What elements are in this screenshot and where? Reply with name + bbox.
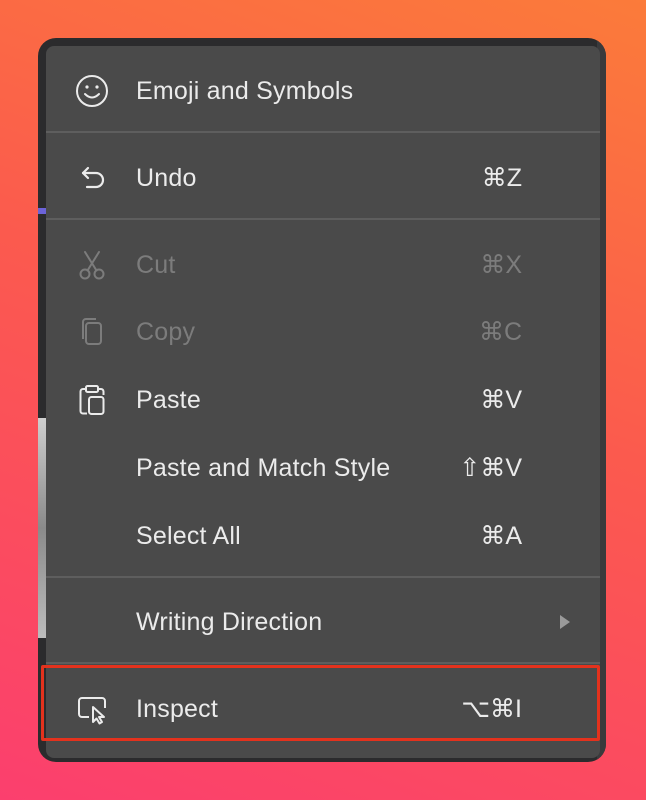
menu-item-label: Copy (136, 317, 196, 346)
menu-item-select-all[interactable]: Select All ⌘A (46, 510, 600, 562)
menu-item-shortcut: ⇧⌘V (459, 454, 522, 482)
copy-icon (74, 314, 110, 350)
scissors-icon (74, 247, 110, 283)
inspect-highlight-box (41, 665, 600, 741)
smiley-icon (74, 73, 110, 109)
undo-arrow-icon (74, 160, 110, 196)
context-menu: Emoji and Symbols Undo ⌘Z Cut ⌘X Copy ⌘C… (46, 46, 600, 758)
menu-item-label: Paste (136, 385, 201, 414)
menu-item-paste-and-match-style[interactable]: Paste and Match Style ⇧⌘V (46, 442, 600, 494)
menu-item-shortcut: ⌘C (478, 318, 522, 346)
menu-separator (46, 131, 600, 133)
menu-item-writing-direction[interactable]: Writing Direction (46, 596, 600, 648)
menu-item-label: Cut (136, 250, 176, 279)
menu-item-paste[interactable]: Paste ⌘V (46, 374, 600, 426)
menu-item-cut[interactable]: Cut ⌘X (46, 239, 600, 291)
menu-item-emoji-and-symbols[interactable]: Emoji and Symbols (46, 65, 600, 117)
menu-separator (46, 576, 600, 578)
clipboard-icon (74, 382, 110, 418)
menu-item-shortcut: ⌘A (480, 522, 522, 550)
menu-item-label: Select All (136, 521, 241, 550)
menu-item-undo[interactable]: Undo ⌘Z (46, 152, 600, 204)
submenu-arrow-icon (560, 615, 570, 629)
menu-item-copy[interactable]: Copy ⌘C (46, 306, 600, 358)
menu-item-label: Undo (136, 163, 197, 192)
menu-item-label: Writing Direction (136, 607, 323, 636)
menu-item-shortcut: ⌘X (480, 251, 522, 279)
menu-separator (46, 218, 600, 220)
menu-separator (46, 662, 600, 664)
menu-item-shortcut: ⌘V (480, 386, 522, 414)
menu-item-shortcut: ⌘Z (481, 164, 522, 192)
menu-item-label: Paste and Match Style (136, 453, 391, 482)
menu-item-label: Emoji and Symbols (136, 76, 354, 105)
